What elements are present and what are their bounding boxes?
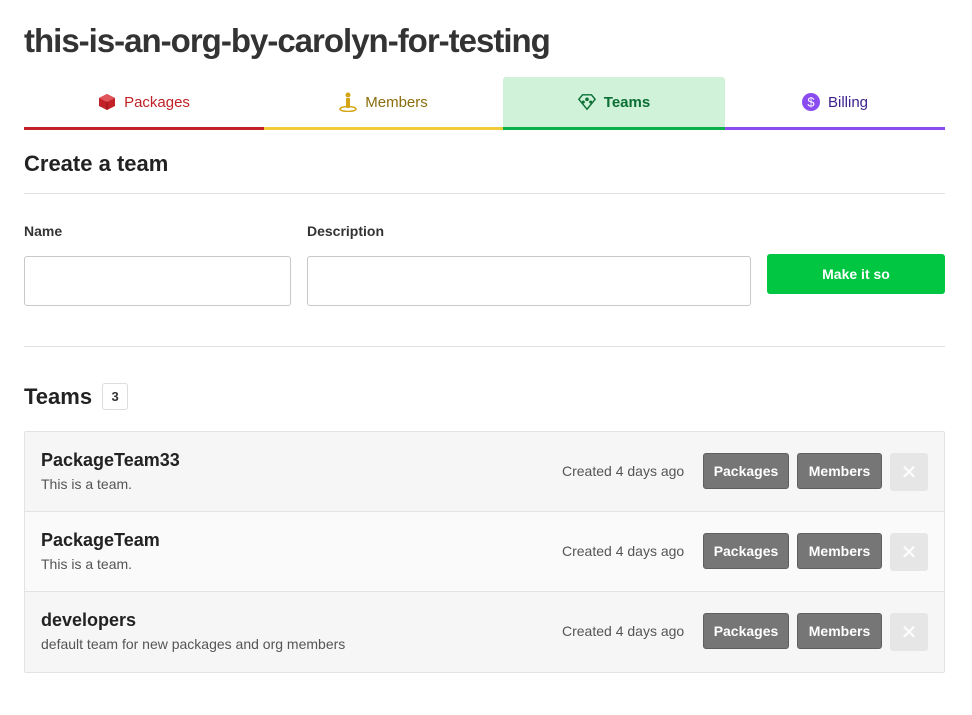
delete-team-button[interactable]: ✕	[890, 453, 928, 491]
team-created: Created 4 days ago	[562, 623, 685, 639]
name-label: Name	[24, 223, 63, 239]
package-icon	[98, 93, 116, 111]
team-list: PackageTeam33 This is a team. Created 4 …	[24, 431, 945, 673]
teams-title: Teams	[24, 383, 93, 409]
team-packages-button[interactable]: Packages	[703, 453, 789, 489]
close-icon: ✕	[900, 621, 918, 644]
team-members-button[interactable]: Members	[797, 533, 882, 569]
team-packages-button[interactable]: Packages	[703, 533, 789, 569]
create-team-title: Create a team	[24, 151, 169, 176]
team-name[interactable]: developers	[41, 610, 136, 631]
team-members-button[interactable]: Members	[797, 453, 882, 489]
team-row: developers default team for new packages…	[25, 592, 944, 672]
team-description: default team for new packages and org me…	[41, 636, 346, 652]
tab-members-label: Members	[365, 93, 428, 111]
team-created: Created 4 days ago	[562, 543, 685, 559]
divider	[24, 346, 945, 347]
make-it-so-button[interactable]: Make it so	[767, 254, 945, 294]
team-row: PackageTeam This is a team. Created 4 da…	[25, 512, 944, 592]
team-description: This is a team.	[41, 476, 133, 492]
team-description: This is a team.	[41, 556, 133, 572]
delete-team-button[interactable]: ✕	[890, 613, 928, 651]
divider	[24, 193, 945, 194]
close-icon: ✕	[900, 461, 918, 484]
description-label: Description	[307, 223, 385, 239]
members-icon	[339, 92, 357, 112]
tab-billing-label: Billing	[827, 93, 869, 111]
tab-packages-label: Packages	[124, 93, 190, 111]
team-count-badge: 3	[102, 383, 129, 410]
team-name[interactable]: PackageTeam	[41, 530, 160, 551]
svg-text:$: $	[807, 95, 815, 110]
team-members-button[interactable]: Members	[797, 613, 882, 649]
delete-team-button[interactable]: ✕	[890, 533, 928, 571]
team-row: PackageTeam33 This is a team. Created 4 …	[25, 432, 944, 512]
org-title: this-is-an-org-by-carolyn-for-testing	[24, 22, 551, 59]
name-input[interactable]	[24, 256, 291, 306]
close-icon: ✕	[900, 541, 918, 564]
tab-packages[interactable]: Packages	[24, 77, 264, 130]
billing-icon: $	[801, 93, 820, 111]
teams-icon	[577, 93, 596, 111]
teams-heading: Teams 3	[24, 383, 129, 410]
org-tabs: Packages Members Teams $ Billing	[24, 77, 945, 130]
tab-teams[interactable]: Teams	[503, 77, 725, 130]
tab-teams-label: Teams	[603, 93, 651, 111]
team-created: Created 4 days ago	[562, 463, 685, 479]
description-input[interactable]	[307, 256, 751, 306]
team-packages-button[interactable]: Packages	[703, 613, 789, 649]
team-name[interactable]: PackageTeam33	[41, 450, 180, 471]
tab-members[interactable]: Members	[264, 77, 503, 130]
tab-billing[interactable]: $ Billing	[725, 77, 945, 130]
